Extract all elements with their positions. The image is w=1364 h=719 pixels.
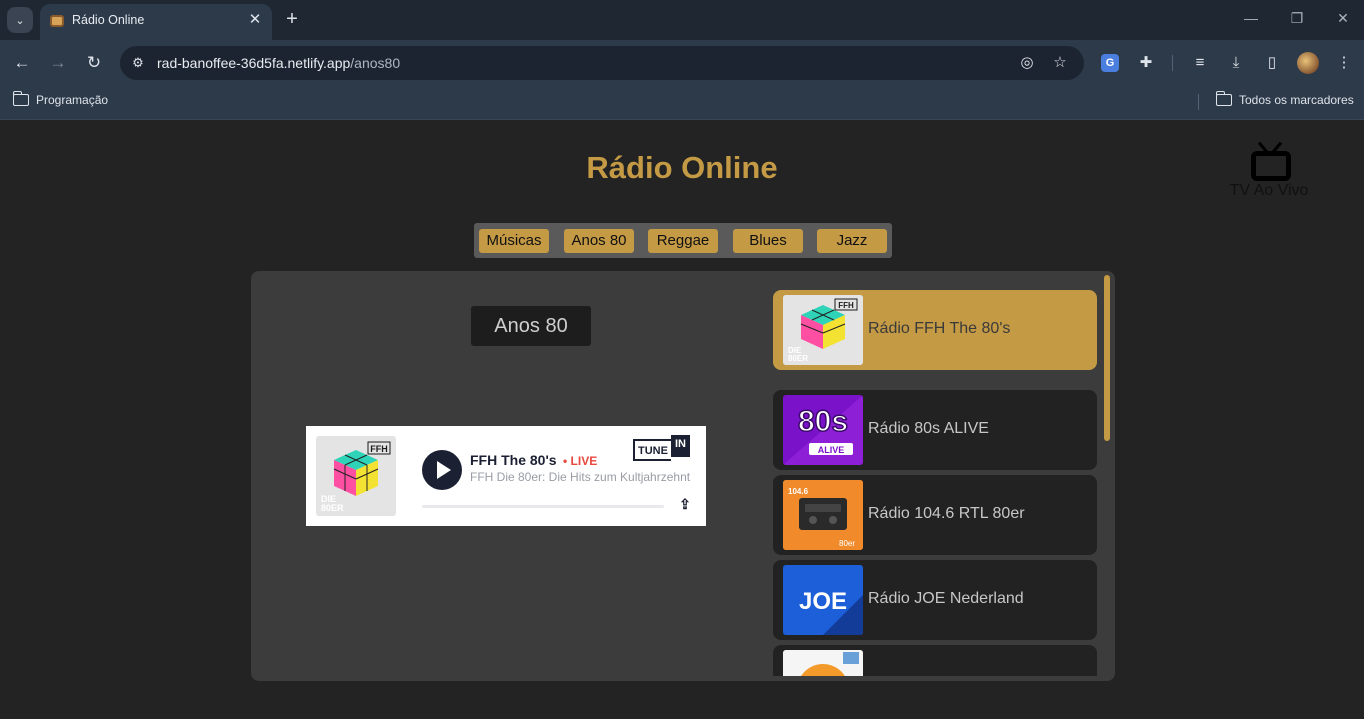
- radio-panel: Anos 80 FFH DIE 80ER FFH The 80's • LIVE…: [251, 271, 1115, 681]
- radio-favicon-icon: [50, 15, 64, 27]
- minimize-icon[interactable]: —: [1241, 10, 1261, 26]
- svg-text:80ER: 80ER: [321, 503, 344, 513]
- station-item-80s-alive[interactable]: 80s ALIVE Rádio 80s ALIVE: [773, 390, 1097, 470]
- google-translate-icon[interactable]: G: [1101, 54, 1119, 72]
- category-musicas-button[interactable]: Músicas: [479, 229, 549, 253]
- tv-link-label: TV Ao Vivo: [1229, 182, 1309, 199]
- player-station-art: FFH DIE 80ER: [316, 436, 396, 516]
- svg-text:80ER: 80ER: [788, 354, 808, 363]
- browser-tab[interactable]: Rádio Online ✕: [40, 4, 272, 40]
- forward-arrow-icon[interactable]: →: [46, 51, 70, 75]
- bookmarks-divider: [1198, 94, 1199, 110]
- play-button[interactable]: [422, 450, 462, 490]
- svg-text:80er: 80er: [839, 539, 855, 548]
- extensions-puzzle-icon[interactable]: ✚: [1135, 52, 1157, 74]
- back-arrow-icon[interactable]: ←: [10, 51, 34, 75]
- bookmark-folder-label: Programação: [36, 93, 109, 107]
- new-tab-icon[interactable]: +: [283, 9, 301, 29]
- svg-text:JOE: JOE: [799, 588, 847, 615]
- side-panel-icon[interactable]: ▯: [1261, 52, 1283, 74]
- download-icon[interactable]: ⤓: [1225, 52, 1247, 74]
- svg-text:80s: 80s: [798, 405, 848, 438]
- all-bookmarks-button[interactable]: Todos os marcadores: [1215, 91, 1354, 107]
- page-content: Rádio Online TV Ao Vivo Músicas Anos 80 …: [0, 121, 1364, 719]
- reload-icon[interactable]: ↻: [82, 51, 106, 75]
- svg-text:104.6: 104.6: [788, 487, 809, 496]
- genre-label: Anos 80: [471, 306, 591, 346]
- sunset-logo-icon: [783, 650, 863, 676]
- more-menu-icon[interactable]: ⋮: [1333, 52, 1355, 74]
- joe-logo-icon: JOE: [783, 565, 863, 635]
- tunein-logo[interactable]: TUNE IN: [633, 435, 690, 461]
- svg-text:FFH: FFH: [838, 301, 854, 310]
- folder-icon: [12, 91, 29, 106]
- ffh-cube-logo-icon: FFH DIE 80ER: [783, 295, 863, 365]
- tab-title: Rádio Online: [72, 13, 145, 27]
- player-station-name: FFH The 80's: [470, 452, 557, 468]
- rtl-80er-logo-icon: 104.6 80er: [783, 480, 863, 550]
- station-name: Rádio 104.6 RTL 80er: [868, 505, 1025, 522]
- player-progress-bar: [422, 505, 664, 508]
- svg-text:ALIVE: ALIVE: [818, 445, 845, 455]
- restore-icon[interactable]: ❐: [1287, 10, 1307, 27]
- station-item-104-6-rtl-80er[interactable]: 104.6 80er Rádio 104.6 RTL 80er: [773, 475, 1097, 555]
- bookmarks-bar: Programação Todos os marcadores: [0, 85, 1364, 120]
- station-name: Rádio FFH The 80's: [868, 320, 1011, 337]
- station-name: Rádio JOE Nederland: [868, 590, 1024, 607]
- browser-tab-strip: ⌄ Rádio Online ✕ + — ❐ ✕: [0, 0, 1364, 40]
- toolbar-divider: [1172, 55, 1173, 71]
- station-name: Rádio 80s ALIVE: [868, 420, 989, 437]
- station-list-scrollbar[interactable]: [1104, 275, 1110, 441]
- station-item-joe-nederland[interactable]: JOE Rádio JOE Nederland: [773, 560, 1097, 640]
- url-text[interactable]: rad-banoffee-36d5fa.netlify.app/anos80: [157, 55, 400, 71]
- category-reggae-button[interactable]: Reggae: [648, 229, 718, 253]
- svg-text:FFH: FFH: [370, 444, 388, 454]
- station-item-ffh-the-80s[interactable]: FFH DIE 80ER Rádio FFH The 80's: [773, 290, 1097, 370]
- media-queue-icon[interactable]: ≡: [1189, 52, 1211, 74]
- station-list: FFH DIE 80ER Rádio FFH The 80's 80s ALIV…: [773, 290, 1097, 676]
- tv-ao-vivo-link[interactable]: TV Ao Vivo: [1226, 141, 1312, 200]
- player-subtitle: FFH Die 80er: Die Hits zum Kultjahrzehnt: [470, 470, 691, 484]
- tab-search-button[interactable]: ⌄: [7, 7, 33, 33]
- live-badge: • LIVE: [563, 454, 598, 468]
- tv-icon: [1249, 141, 1291, 181]
- site-info-icon[interactable]: ⚙: [128, 53, 148, 73]
- category-blues-button[interactable]: Blues: [733, 229, 803, 253]
- close-tab-icon[interactable]: ✕: [246, 11, 264, 29]
- page-title: Rádio Online: [586, 150, 778, 185]
- share-icon[interactable]: ⇪: [676, 496, 694, 514]
- 80s-alive-logo-icon: 80s ALIVE: [783, 395, 863, 465]
- category-anos80-button[interactable]: Anos 80: [564, 229, 634, 253]
- tunein-player: FFH DIE 80ER FFH The 80's • LIVE FFH Die…: [306, 426, 706, 526]
- address-bar[interactable]: ⚙ rad-banoffee-36d5fa.netlify.app/anos80…: [120, 46, 1084, 80]
- all-bookmarks-label: Todos os marcadores: [1239, 93, 1354, 107]
- bookmark-star-icon[interactable]: ☆: [1050, 53, 1070, 73]
- folder-icon: [1215, 91, 1232, 106]
- browser-toolbar: ← → ↻ ⚙ rad-banoffee-36d5fa.netlify.app/…: [0, 40, 1364, 85]
- category-nav: Músicas Anos 80 Reggae Blues Jazz: [474, 223, 892, 258]
- category-jazz-button[interactable]: Jazz: [817, 229, 887, 253]
- bookmark-folder-programacao[interactable]: Programação: [12, 91, 109, 107]
- window-close-icon[interactable]: ✕: [1333, 10, 1353, 27]
- profile-avatar[interactable]: [1297, 52, 1319, 74]
- eye-slash-icon[interactable]: ◎: [1017, 53, 1037, 73]
- station-item-partial[interactable]: [773, 645, 1097, 676]
